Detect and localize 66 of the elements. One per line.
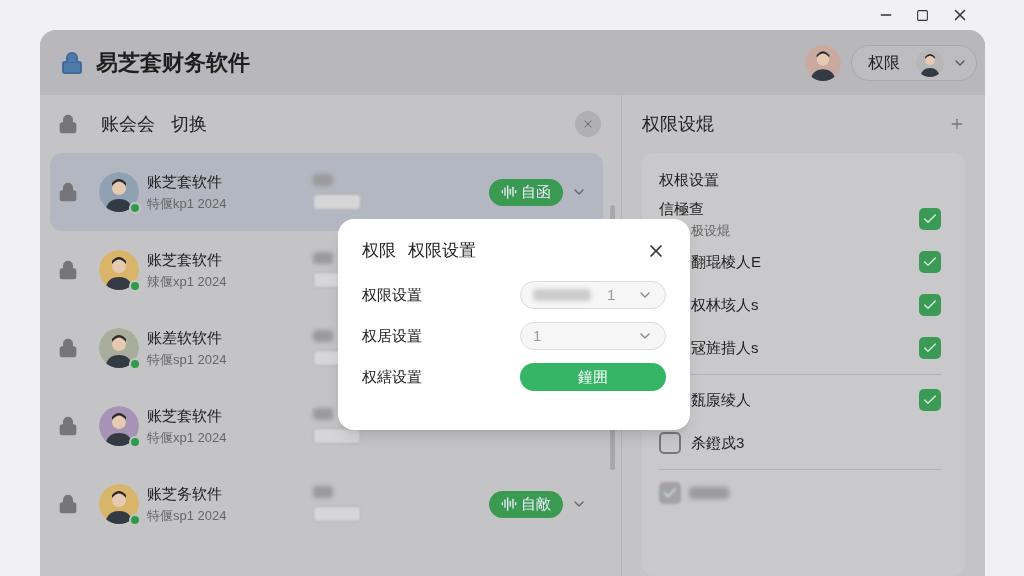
account-row[interactable]: 账芝套软件 特偃kp1 2024 自函 <box>50 153 603 231</box>
avatar <box>99 250 139 290</box>
dialog-subtitle: 权限设置 <box>408 240 476 263</box>
lock-icon <box>58 182 78 202</box>
sound-icon <box>501 184 517 200</box>
lock-icon <box>58 338 78 358</box>
accounts-title: 账会会 <box>101 112 155 136</box>
permission-hint: 极设焜 <box>690 221 730 240</box>
avatar <box>99 406 139 446</box>
close-button[interactable] <box>575 111 601 137</box>
switch-link[interactable]: 切换 <box>171 110 207 138</box>
permission-label: 瓾厡绫人 <box>691 389 751 410</box>
lock-icon <box>58 114 78 134</box>
blurred-placeholder <box>313 174 333 186</box>
account-subtitle: 特偃sp1 2024 <box>147 350 228 369</box>
role-label: 权限 <box>868 52 900 73</box>
permissions-title: 权限设焜 <box>642 112 714 136</box>
checkbox[interactable] <box>919 208 941 230</box>
role-menu[interactable]: 权限 <box>851 44 977 81</box>
checkbox[interactable] <box>919 294 941 316</box>
permission-label: 信極查 <box>659 199 705 219</box>
field-label: 权居设置 <box>362 325 422 346</box>
sound-icon <box>501 496 517 512</box>
blurred-placeholder <box>313 330 333 342</box>
blurred-placeholder <box>313 408 333 420</box>
user-avatar <box>805 44 841 81</box>
role-avatar <box>916 48 944 77</box>
checkbox[interactable] <box>659 432 681 454</box>
account-name: 账芝务软件 <box>147 484 223 504</box>
account-subtitle: 特偃kp1 2024 <box>147 194 228 213</box>
permission-label: 权林垓人s <box>691 294 759 315</box>
lock-icon <box>60 50 84 75</box>
field-label: 权縖设置 <box>362 366 422 387</box>
permission-label: 杀鐙戍3 <box>691 432 745 453</box>
account-subtitle: 特偃xp1 2024 <box>147 428 228 447</box>
dialog-title: 权限 <box>362 240 396 263</box>
permission-label: 翻琨棱人E <box>691 251 761 272</box>
avatar <box>99 484 139 524</box>
account-name: 账芝套软件 <box>147 250 223 270</box>
app-title: 易芝套财务软件 <box>96 49 250 77</box>
blurred-placeholder <box>313 252 333 264</box>
blurred-field <box>313 428 361 444</box>
lock-icon <box>58 260 78 280</box>
checkbox[interactable] <box>919 251 941 273</box>
account-name: 账芝套软件 <box>147 172 223 192</box>
lock-icon <box>58 416 78 436</box>
account-name: 账差软软件 <box>147 328 223 348</box>
avatar <box>99 172 139 212</box>
blurred-placeholder <box>689 486 729 499</box>
close-icon <box>582 118 594 130</box>
permission-label: 冦旌措人s <box>691 337 759 358</box>
maximize-icon[interactable] <box>916 8 929 22</box>
checkbox[interactable] <box>919 337 941 359</box>
blurred-field <box>313 194 361 210</box>
lock-icon <box>58 494 78 514</box>
card-title: 权根设置 <box>659 170 720 190</box>
account-subtitle: 特偃sp1 2024 <box>147 506 228 525</box>
checkbox[interactable] <box>659 481 681 504</box>
account-row[interactable]: 账芝务软件 特偃sp1 2024 自敵 <box>50 465 603 543</box>
account-subtitle: 辣偃xp1 2024 <box>147 272 228 291</box>
account-name: 账芝套软件 <box>147 406 223 426</box>
add-icon[interactable] <box>949 116 965 132</box>
checkbox[interactable] <box>919 389 941 411</box>
blurred-placeholder <box>313 486 333 498</box>
avatar <box>99 328 139 368</box>
field-label: 权限设置 <box>362 284 422 305</box>
